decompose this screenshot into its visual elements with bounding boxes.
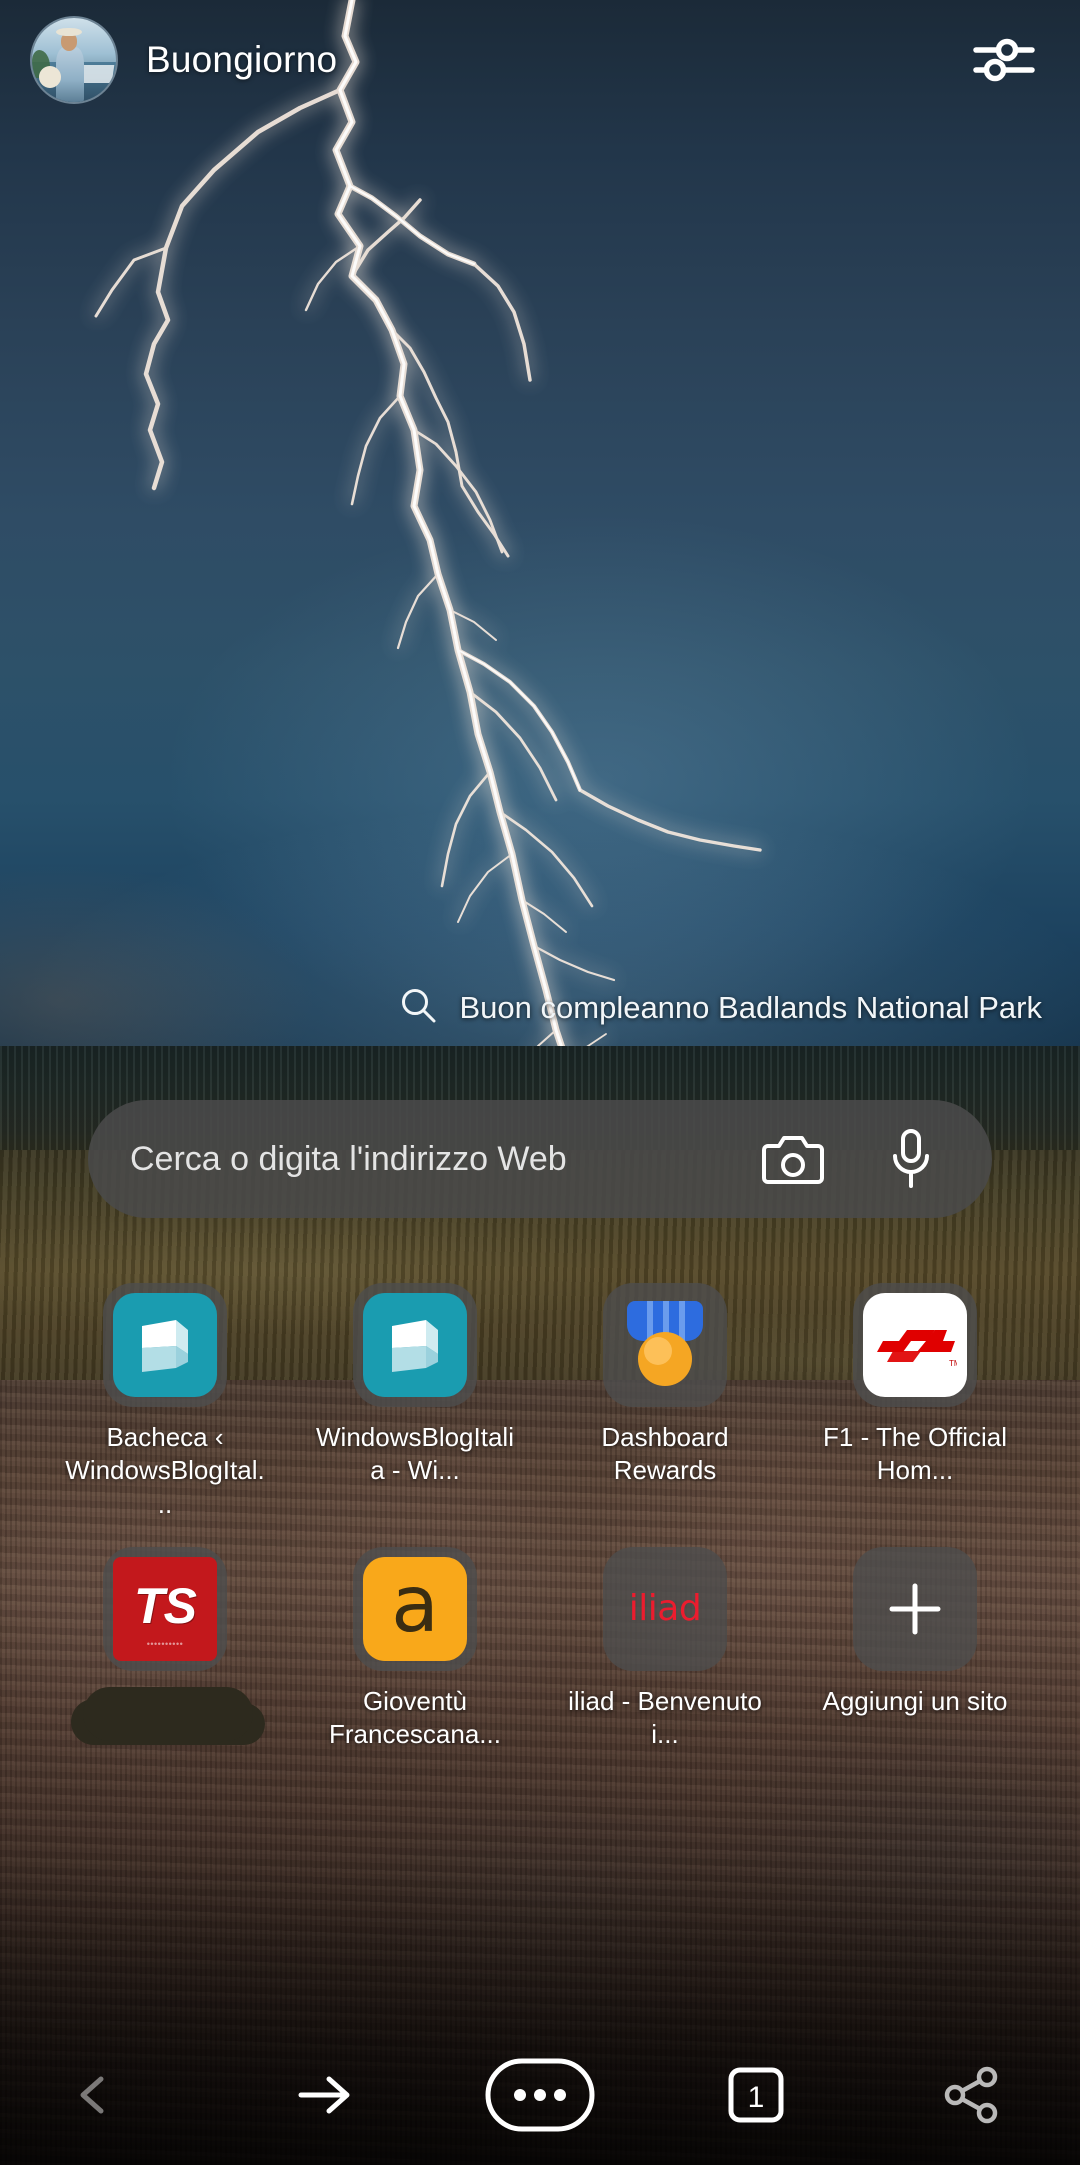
back-arrow-icon[interactable] (0, 2025, 216, 2165)
camera-icon[interactable] (756, 1122, 830, 1196)
shortcut-tile[interactable]: TM F1 - The Official Hom... (790, 1283, 1040, 1521)
shortcut-tile[interactable]: iliad iliad - Benvenuto i... (540, 1546, 790, 1752)
more-menu-icon[interactable] (432, 2025, 648, 2165)
gioventu-francescana-icon: a (353, 1546, 477, 1671)
search-bar[interactable]: Cerca o digita l'indirizzo Web (88, 1100, 992, 1218)
background-photo (0, 0, 1080, 2165)
shortcut-grid: Bacheca ‹ WindowsBlogItal... WindowsBlog… (0, 1283, 1080, 1751)
microphone-icon[interactable] (874, 1122, 948, 1196)
rewards-medal-icon (603, 1283, 727, 1407)
windowsblog-icon (103, 1283, 227, 1407)
greeting-text: Buongiorno (146, 39, 338, 80)
svg-text:TM: TM (949, 1359, 957, 1368)
shortcut-tile[interactable]: a Gioventù Francescana... (290, 1546, 540, 1752)
f1-icon: TM (853, 1283, 977, 1407)
iliad-icon: iliad (603, 1546, 727, 1671)
lightning-bolt (0, 0, 1080, 1080)
ts-icon: TS •••••••••• (103, 1546, 227, 1671)
shortcut-label: WindowsBlogItalia - Wi... (316, 1422, 514, 1486)
avatar[interactable] (30, 16, 118, 104)
sliders-icon[interactable] (958, 14, 1050, 106)
tab-counter[interactable]: 1 1 (648, 2025, 864, 2165)
tab-count-text: 1 (748, 2081, 765, 2114)
shortcut-label: F1 - The Official Hom... (823, 1422, 1007, 1486)
shortcut-tile[interactable]: WindowsBlogItalia - Wi... (290, 1283, 540, 1521)
windowsblog-icon (353, 1283, 477, 1407)
forward-arrow-icon[interactable] (216, 2025, 432, 2165)
shortcut-tile[interactable]: Bacheca ‹ WindowsBlogItal... (40, 1283, 290, 1521)
plus-icon (853, 1546, 977, 1671)
shortcut-tile[interactable]: Dashboard Rewards (540, 1283, 790, 1521)
bottom-navigation-bar: 1 1 (0, 2025, 1080, 2165)
share-icon[interactable] (864, 2025, 1080, 2165)
shortcut-label: Dashboard Rewards (601, 1422, 729, 1486)
top-bar: Buongiorno (0, 0, 1080, 120)
shortcut-label: Aggiungi un sito (822, 1685, 1008, 1716)
shortcut-label: Bacheca ‹ WindowsBlogItal... (65, 1422, 265, 1519)
shortcut-tile[interactable]: TS •••••••••• (40, 1546, 290, 1752)
browser-new-tab-page: Buongiorno Buon compleanno Badlands Nati… (0, 0, 1080, 2165)
shortcut-label: Gioventù Francescana... (329, 1685, 501, 1750)
shortcut-label: iliad - Benvenuto i... (568, 1685, 762, 1750)
search-input-placeholder[interactable]: Cerca o digita l'indirizzo Web (130, 1140, 756, 1179)
search-icon (398, 985, 438, 1030)
add-site-tile[interactable]: Aggiungi un sito (790, 1546, 1040, 1752)
hero-caption[interactable]: Buon compleanno Badlands National Park (398, 985, 1043, 1030)
hero-caption-text: Buon compleanno Badlands National Park (459, 989, 1043, 1025)
